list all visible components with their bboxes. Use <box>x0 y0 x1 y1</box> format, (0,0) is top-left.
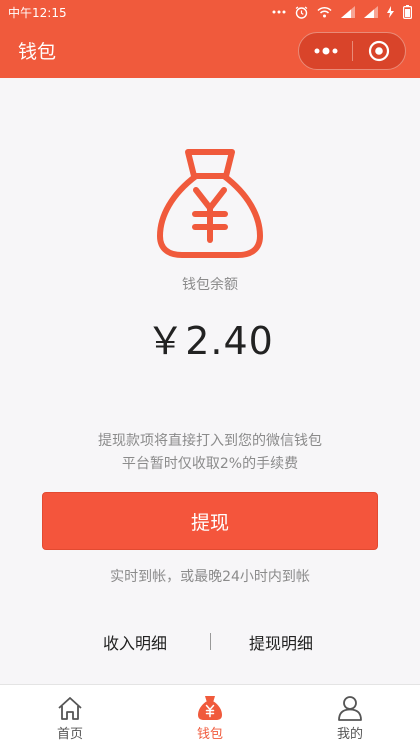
detail-links: 收入明细 提现明细 <box>0 630 420 654</box>
target-close-icon <box>368 40 390 62</box>
tab-home[interactable]: 首页 <box>0 685 140 747</box>
tab-mine[interactable]: 我的 <box>280 685 420 747</box>
charging-icon <box>387 6 394 18</box>
links-divider <box>210 633 211 650</box>
status-bar: 中午12:15 <box>0 0 420 24</box>
mini-program-capsule <box>298 32 406 70</box>
alarm-icon <box>295 5 308 19</box>
wallet-bag-icon <box>198 696 222 720</box>
money-bag-icon <box>150 140 270 260</box>
arrival-note: 实时到帐，或最晚24小时内到帐 <box>110 569 310 585</box>
status-time: 中午12:15 <box>8 5 67 20</box>
tab-label: 钱包 <box>196 727 223 742</box>
dots-icon <box>272 9 286 15</box>
signal-icon <box>341 6 355 18</box>
notice-line: 平台暂时仅收取2%的手续费 <box>121 456 299 472</box>
user-icon <box>338 696 362 721</box>
tab-wallet[interactable]: 钱包 <box>140 685 280 747</box>
more-dots-icon <box>314 47 337 55</box>
system-icons <box>272 5 412 19</box>
tab-bar: 首页 钱包 我的 <box>0 684 420 747</box>
income-detail-link[interactable]: 收入明细 <box>103 630 167 654</box>
wallet-main: 钱包余额 ￥2.40 提现款项将直接打入到您的微信钱包 平台暂时仅收取2%的手续… <box>0 78 420 684</box>
withdraw-detail-link[interactable]: 提现明细 <box>249 630 313 654</box>
withdraw-notice: 提现款项将直接打入到您的微信钱包 平台暂时仅收取2%的手续费 <box>0 430 420 476</box>
balance-amount: ￥2.40 <box>146 319 274 363</box>
notice-line: 提现款项将直接打入到您的微信钱包 <box>98 433 322 449</box>
nav-bar: 钱包 <box>0 24 420 78</box>
tab-label: 首页 <box>56 727 83 742</box>
balance-label: 钱包余额 <box>182 277 238 293</box>
tab-label: 我的 <box>336 727 363 742</box>
battery-icon <box>403 5 412 19</box>
close-button[interactable] <box>353 33 405 69</box>
signal-icon <box>364 6 378 18</box>
home-icon <box>58 697 82 720</box>
wifi-icon <box>317 6 332 18</box>
more-button[interactable] <box>299 33 352 69</box>
page-title: 钱包 <box>18 41 57 63</box>
withdraw-button[interactable]: 提现 <box>42 492 378 550</box>
